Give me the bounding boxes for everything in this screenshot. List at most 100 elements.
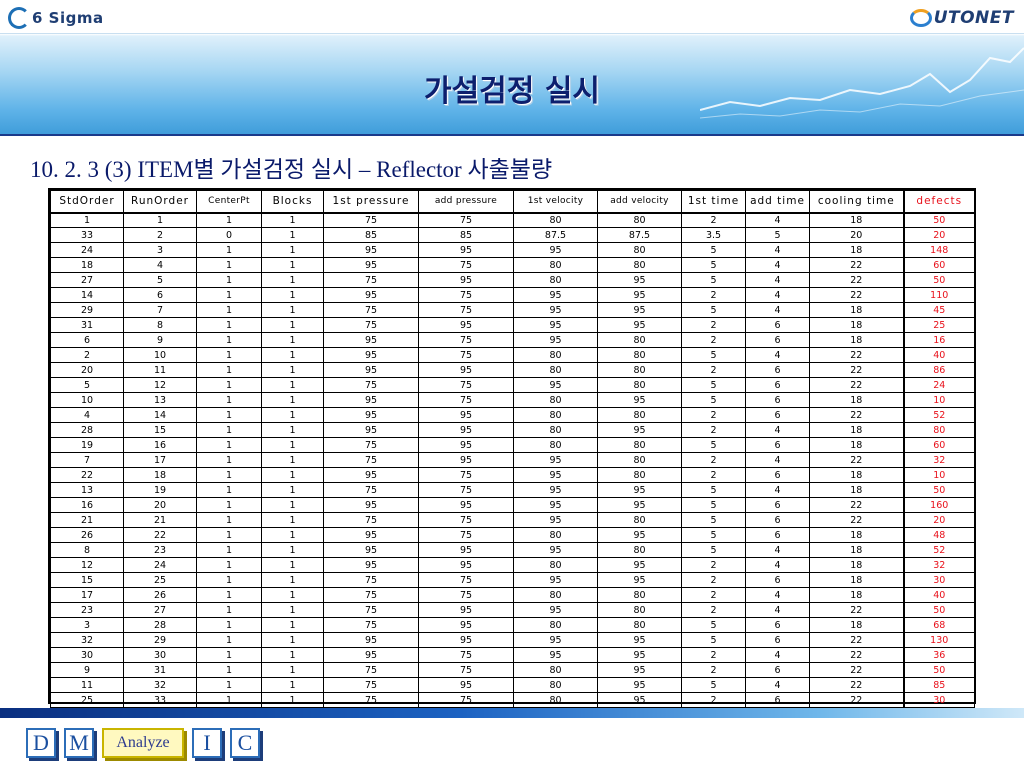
- table-row: 15 25 1 1 75 75 95 95 2 6 18 30: [50, 572, 975, 588]
- footer-band: [0, 708, 1024, 718]
- table-cell: 5: [123, 272, 197, 288]
- table-cell: 75: [323, 437, 419, 453]
- column-header-centerpt: CenterPt: [196, 190, 262, 214]
- table-cell: 80: [597, 257, 682, 273]
- table-cell: 2: [681, 452, 746, 468]
- table-cell: 18: [809, 557, 904, 573]
- defects-cell: 148: [902, 242, 975, 258]
- table-cell: 1: [261, 512, 324, 528]
- nav-define-button[interactable]: D: [26, 728, 56, 758]
- table-cell: 5: [681, 347, 746, 363]
- table-cell: 1: [261, 422, 324, 438]
- table-cell: 29: [50, 302, 124, 318]
- table-cell: 5: [681, 632, 746, 648]
- table-cell: 18: [809, 302, 904, 318]
- table-cell: 0: [196, 227, 262, 243]
- table-cell: 95: [597, 527, 682, 543]
- nav-improve-button[interactable]: I: [192, 728, 222, 758]
- nav-control-button[interactable]: C: [230, 728, 260, 758]
- table-cell: 87.5: [597, 227, 682, 243]
- table-cell: 6: [745, 392, 810, 408]
- table-cell: 3: [123, 242, 197, 258]
- table-cell: 80: [513, 392, 598, 408]
- table-cell: 22: [809, 287, 904, 303]
- table-cell: 4: [745, 422, 810, 438]
- section-subtitle: 10. 2. 3 (3) ITEM별 가설검정 실시 – Reflector 사…: [30, 157, 553, 182]
- table-cell: 21: [50, 512, 124, 528]
- table-cell: 95: [597, 557, 682, 573]
- table-cell: 75: [323, 317, 419, 333]
- table-cell: 4: [745, 647, 810, 663]
- table-row: 2 10 1 1 95 75 80 80 5 4 22 40: [50, 347, 975, 363]
- table-row: 29 7 1 1 75 75 95 95 5 4 18 45: [50, 302, 975, 318]
- nav-measure-button[interactable]: M: [64, 728, 94, 758]
- table-cell: 11: [123, 362, 197, 378]
- table-cell: 22: [809, 272, 904, 288]
- table-cell: 5: [681, 242, 746, 258]
- table-cell: 6: [745, 407, 810, 423]
- table-cell: 75: [418, 377, 514, 393]
- table-cell: 5: [681, 302, 746, 318]
- table-cell: 1: [261, 437, 324, 453]
- table-cell: 22: [809, 602, 904, 618]
- table-cell: 95: [597, 302, 682, 318]
- table-cell: 6: [745, 572, 810, 588]
- table-cell: 95: [323, 332, 419, 348]
- table-cell: 26: [123, 587, 197, 603]
- table-cell: 1: [196, 212, 262, 228]
- table-row: 28 15 1 1 95 95 80 95 2 4 18 80: [50, 422, 975, 438]
- table-row: 30 30 1 1 95 75 95 95 2 4 22 36: [50, 647, 975, 663]
- table-cell: 75: [418, 692, 514, 708]
- table-cell: 95: [513, 452, 598, 468]
- column-header-1st-time: 1st time: [681, 190, 746, 214]
- table-cell: 3.5: [681, 227, 746, 243]
- table-cell: 1: [261, 467, 324, 483]
- table-cell: 1: [261, 602, 324, 618]
- table-row: 19 16 1 1 75 95 80 80 5 6 18 60: [50, 437, 975, 453]
- table-cell: 1: [196, 332, 262, 348]
- table-cell: 4: [123, 257, 197, 273]
- defects-cell: 32: [902, 452, 975, 468]
- table-cell: 80: [513, 587, 598, 603]
- column-header-1st-pressure: 1st pressure: [323, 190, 419, 214]
- column-header-add-time: add time: [745, 190, 810, 214]
- table-cell: 1: [261, 587, 324, 603]
- table-cell: 95: [323, 407, 419, 423]
- table-cell: 1: [261, 257, 324, 273]
- table-cell: 8: [50, 542, 124, 558]
- defects-cell: 24: [902, 377, 975, 393]
- table-cell: 95: [597, 647, 682, 663]
- table-cell: 80: [597, 362, 682, 378]
- table-cell: 1: [196, 422, 262, 438]
- table-cell: 18: [809, 467, 904, 483]
- table-cell: 2: [681, 212, 746, 228]
- table-cell: 95: [323, 347, 419, 363]
- table-cell: 6: [745, 332, 810, 348]
- table-cell: 1: [261, 617, 324, 633]
- table-cell: 30: [123, 647, 197, 663]
- table-cell: 1: [196, 452, 262, 468]
- table-cell: 80: [597, 452, 682, 468]
- table-cell: 1: [261, 542, 324, 558]
- table-cell: 16: [50, 497, 124, 513]
- column-header-1st-velocity: 1st velocity: [513, 190, 598, 214]
- column-header-blocks: Blocks: [261, 190, 324, 214]
- table-cell: 95: [513, 467, 598, 483]
- table-cell: 75: [418, 332, 514, 348]
- table-cell: 1: [196, 647, 262, 663]
- table-cell: 75: [418, 302, 514, 318]
- nav-analyze-button[interactable]: Analyze: [102, 728, 184, 758]
- column-header-cooling-time: cooling time: [809, 190, 904, 214]
- table-cell: 95: [513, 287, 598, 303]
- table-cell: 95: [418, 437, 514, 453]
- table-cell: 22: [809, 512, 904, 528]
- table-cell: 75: [418, 587, 514, 603]
- column-header-add-pressure: add pressure: [418, 190, 514, 214]
- table-cell: 95: [323, 287, 419, 303]
- table-cell: 18: [50, 257, 124, 273]
- table-cell: 95: [418, 422, 514, 438]
- table-cell: 95: [513, 542, 598, 558]
- table-cell: 95: [513, 332, 598, 348]
- table-cell: 75: [418, 392, 514, 408]
- table-cell: 2: [681, 362, 746, 378]
